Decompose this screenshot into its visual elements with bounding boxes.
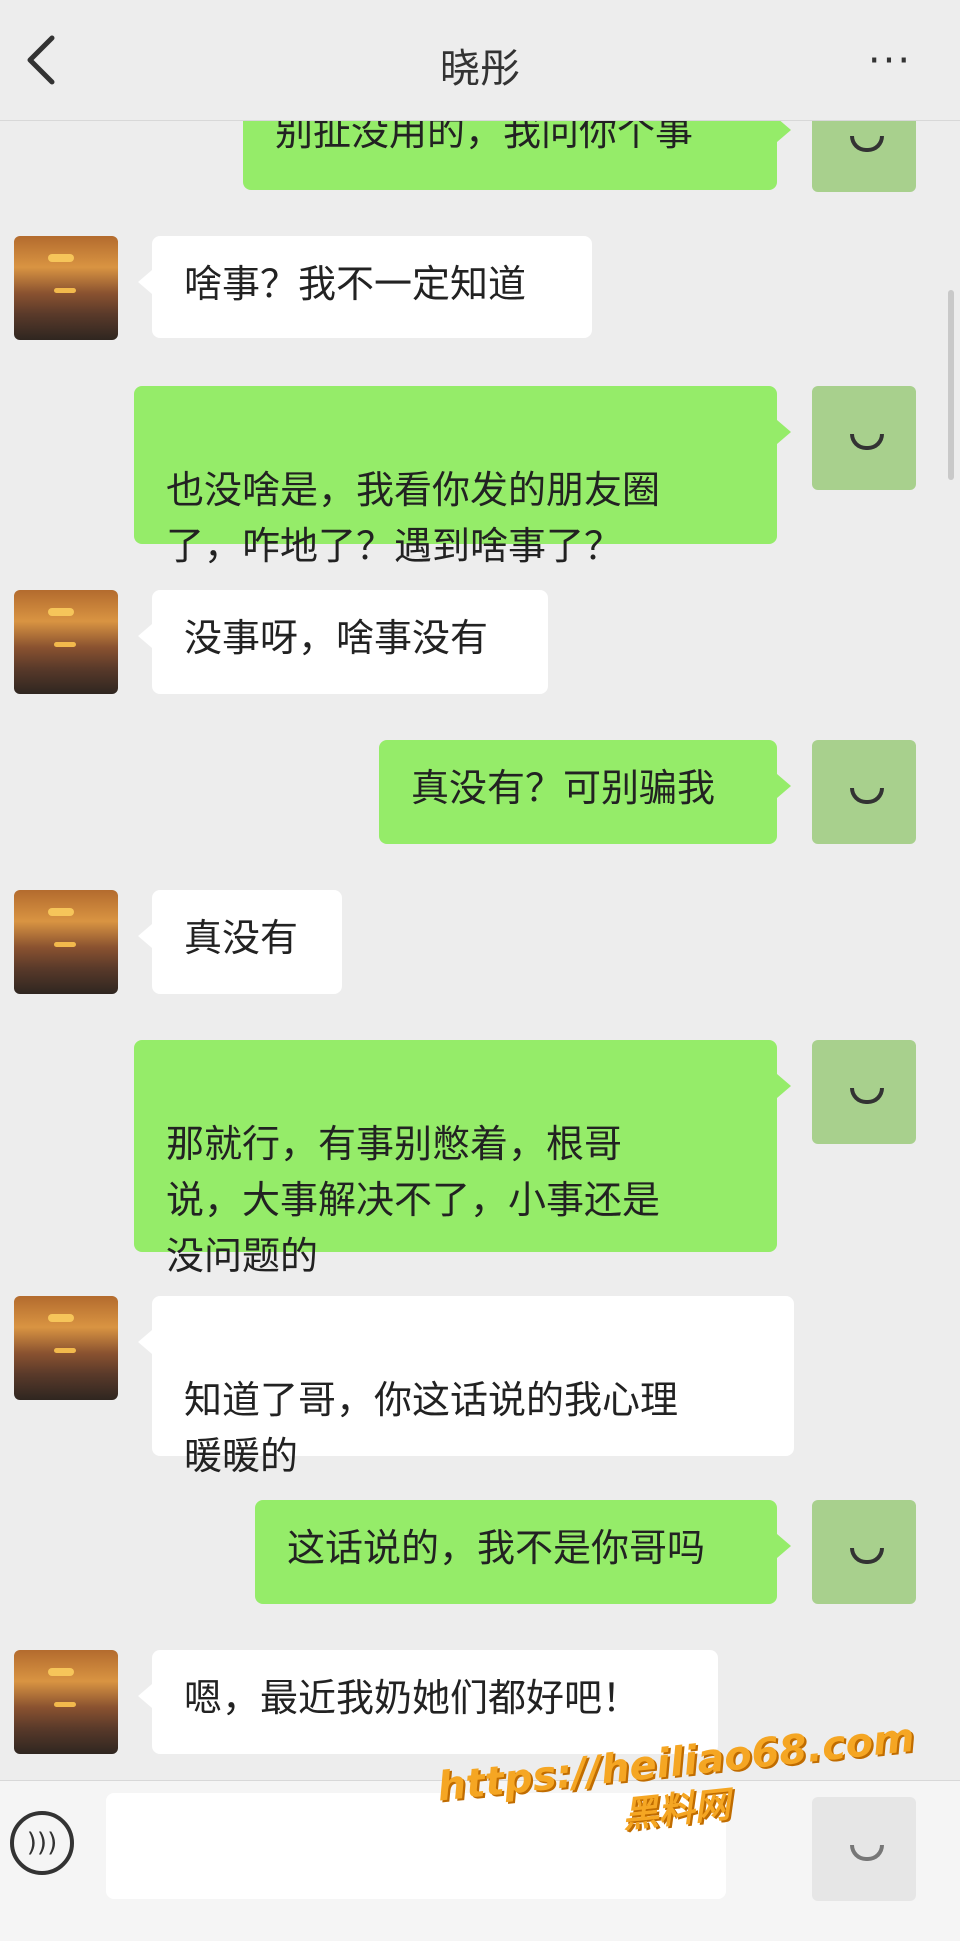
chat-header: 晓彤 ··· (0, 0, 960, 121)
chat-area: 别扯没用的，我问你个事 啥事？我不一定知道 也没啥是，我看你发的朋友圈 了，咋地… (0, 0, 960, 1780)
message-text: 那就行，有事别憋着，根哥 说，大事解决不了，小事还是 没问题的 (166, 1122, 661, 1278)
message-text: 知道了哥，你这话说的我心理 暖暖的 (184, 1378, 679, 1478)
contact-avatar[interactable] (14, 1296, 118, 1400)
more-button[interactable]: ··· (860, 36, 920, 86)
my-avatar[interactable] (812, 386, 916, 490)
emoji-icon (850, 1845, 884, 1861)
smile-icon (850, 136, 884, 152)
message-bubble-sent[interactable]: 那就行，有事别憋着，根哥 说，大事解决不了，小事还是 没问题的 (134, 1040, 791, 1278)
message-bubble-sent[interactable]: 真没有？可别骗我 (379, 740, 791, 844)
message-text: 真没有？可别骗我 (411, 766, 716, 810)
contact-avatar[interactable] (14, 890, 118, 994)
my-avatar[interactable] (812, 740, 916, 844)
scrollbar[interactable] (948, 290, 954, 480)
message-text: 啥事？我不一定知道 (184, 262, 527, 306)
more-dots-icon: ··· (867, 38, 913, 84)
message-text: 嗯，最近我奶她们都好吧！ (184, 1676, 641, 1720)
contact-avatar[interactable] (14, 590, 118, 694)
message-bubble-sent[interactable]: 也没啥是，我看你发的朋友圈 了，咋地了？遇到啥事了？ (134, 386, 791, 568)
contact-avatar[interactable] (14, 1650, 118, 1754)
message-bubble-received[interactable]: 啥事？我不一定知道 (138, 236, 592, 338)
smile-icon (850, 434, 884, 450)
message-bubble-received[interactable]: 真没有 (138, 890, 342, 994)
voice-button[interactable]: ))) (10, 1811, 74, 1875)
message-bubble-received[interactable]: 没事呀，啥事没有 (138, 590, 548, 694)
page-title: 晓彤 (440, 46, 520, 92)
message-text: 也没啥是，我看你发的朋友圈 了，咋地了？遇到啥事了？ (166, 468, 661, 568)
smile-icon (850, 788, 884, 804)
contact-avatar[interactable] (14, 236, 118, 340)
smile-icon (850, 1548, 884, 1564)
message-bubble-sent[interactable]: 这话说的，我不是你哥吗 (255, 1500, 791, 1604)
my-avatar[interactable] (812, 1500, 916, 1604)
message-bubble-received[interactable]: 知道了哥，你这话说的我心理 暖暖的 (138, 1296, 794, 1478)
message-text: 真没有 (184, 916, 299, 960)
my-avatar[interactable] (812, 1040, 916, 1144)
message-text: 没事呀，啥事没有 (184, 616, 489, 660)
smile-icon (850, 1088, 884, 1104)
voice-icon: ))) (26, 1828, 58, 1858)
message-text: 这话说的，我不是你哥吗 (287, 1526, 706, 1570)
message-bubble-received[interactable]: 嗯，最近我奶她们都好吧！ (138, 1650, 718, 1754)
